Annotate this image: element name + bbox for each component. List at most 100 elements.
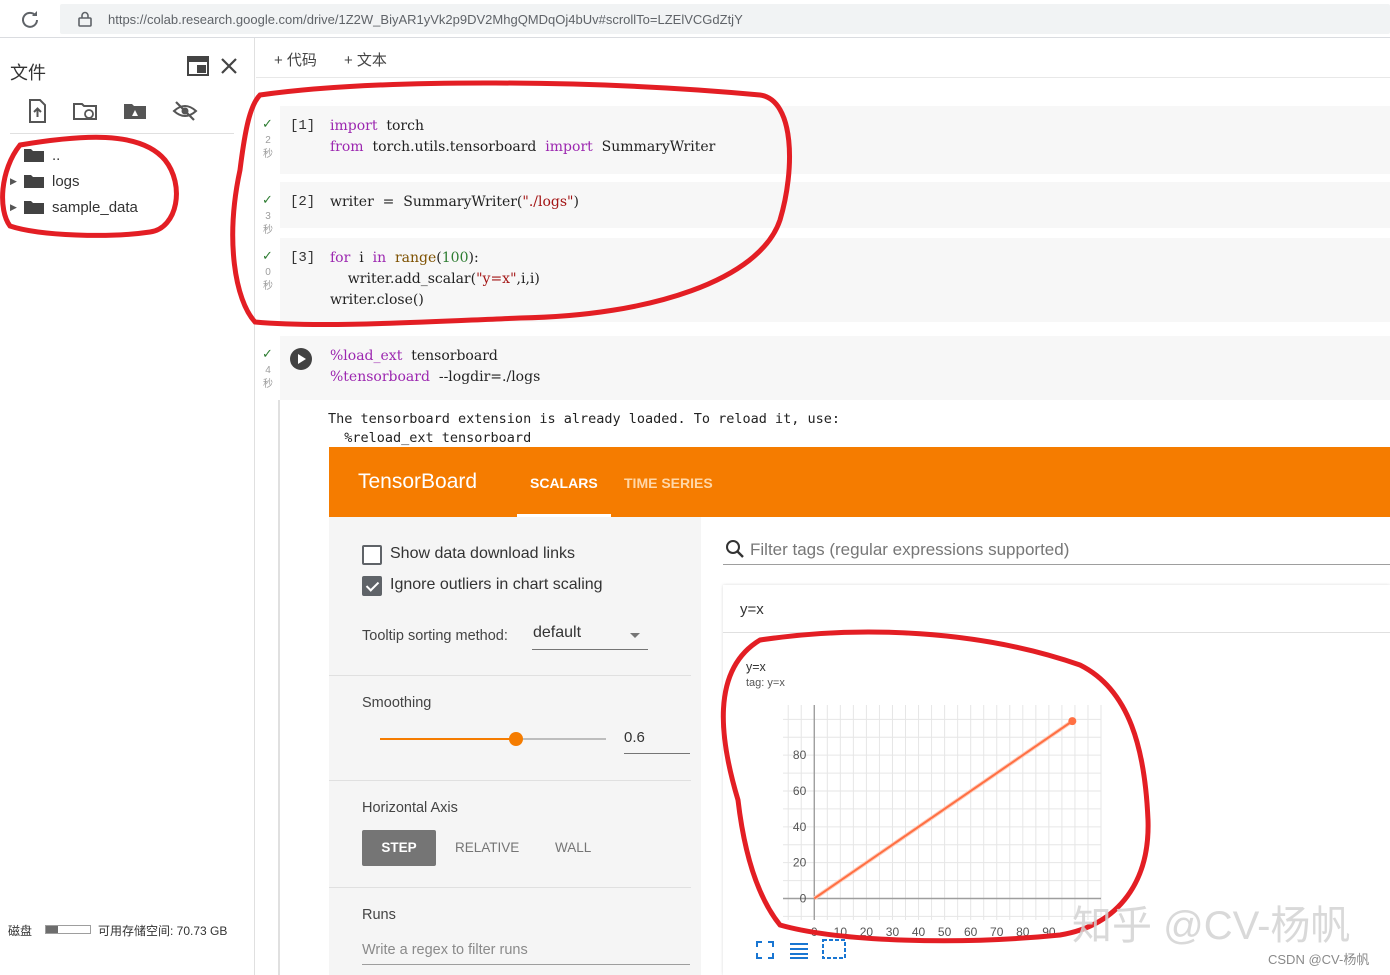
tooltip-sorting-value: default xyxy=(533,624,582,641)
disk-free-text: 可用存储空间: 70.73 GB xyxy=(98,924,228,938)
axis-step-button[interactable]: STEP xyxy=(362,830,436,866)
tooltip-sorting-select[interactable]: default xyxy=(532,623,648,650)
slider-fill xyxy=(380,738,516,740)
disk-label: 磁盘 xyxy=(8,924,33,938)
tree-item-label: sample_data xyxy=(52,198,138,216)
lock-icon xyxy=(78,11,92,27)
tooltip-sorting-label: Tooltip sorting method: xyxy=(362,628,508,644)
close-icon[interactable] xyxy=(219,56,239,76)
folder-icon xyxy=(24,175,44,188)
code-cell-1[interactable]: ✓ 2秒 [1] import torch from torch.utils.t… xyxy=(256,106,1390,174)
open-in-tab-icon[interactable] xyxy=(187,56,209,76)
tree-item-label: logs xyxy=(52,172,80,190)
y-tick-label: 60 xyxy=(793,784,807,798)
code-editor[interactable]: %load_ext tensorboard %tensorboard --log… xyxy=(280,336,1390,400)
tree-item-label: .. xyxy=(52,146,61,164)
chevron-right-icon[interactable]: ▶ xyxy=(10,176,24,187)
axis-wall-button[interactable]: WALL xyxy=(555,840,591,855)
exec-time: 3秒 xyxy=(263,211,273,236)
fit-domain-icon[interactable] xyxy=(822,939,846,959)
x-tick-label: 10 xyxy=(834,925,848,939)
smoothing-input[interactable]: 0.6 xyxy=(624,724,690,754)
hide-files-icon[interactable] xyxy=(172,98,198,124)
x-tick-label: 40 xyxy=(912,925,926,939)
run-cell-button[interactable] xyxy=(290,348,312,370)
add-text-button[interactable]: + 文本 xyxy=(344,49,387,70)
exec-prompt: [1] xyxy=(290,118,316,134)
fullscreen-icon[interactable] xyxy=(756,941,774,959)
y-tick-label: 20 xyxy=(793,856,807,870)
code-cell-3[interactable]: ✓ 0秒 [3] for i in range(100): writer.add… xyxy=(256,238,1390,322)
tab-scalars[interactable]: SCALARS xyxy=(530,475,598,491)
code-editor[interactable]: [2] writer = SummaryWriter("./logs") xyxy=(280,182,1390,228)
tree-item-logs[interactable]: ▶ logs xyxy=(10,169,80,193)
x-tick-label: 30 xyxy=(886,925,900,939)
tab-time-series[interactable]: TIME SERIES xyxy=(624,475,713,491)
tree-item-parent[interactable]: .. xyxy=(10,143,60,167)
tag-filter-underline xyxy=(723,564,1390,565)
refresh-folder-icon[interactable] xyxy=(72,98,98,124)
card-header[interactable]: y=x xyxy=(723,585,1390,633)
add-code-button[interactable]: + 代码 xyxy=(274,49,317,70)
watermark-zhihu: 知乎 @CV-杨帆 xyxy=(1072,904,1351,948)
show-download-checkbox[interactable] xyxy=(362,545,382,565)
scalar-chart[interactable]: 0 10 20 30 40 50 60 70 80 90 0 20 40 60 80 xyxy=(753,695,1123,940)
y-tick-label: 0 xyxy=(800,892,807,906)
check-icon: ✓ xyxy=(262,116,273,131)
chart-subtitle: tag: y=x xyxy=(746,677,785,689)
code-editor[interactable]: [1] import torch from torch.utils.tensor… xyxy=(280,106,1390,174)
code-text: for i in range(100): writer.add_scalar("… xyxy=(330,250,540,308)
toggle-log-scale-icon[interactable] xyxy=(789,941,809,959)
browser-address-bar: https://colab.research.google.com/drive/… xyxy=(0,0,1390,38)
x-tick-label: 70 xyxy=(990,925,1004,939)
y-tick-label: 80 xyxy=(793,748,807,762)
files-title: 文件 xyxy=(10,63,46,83)
smoothing-value: 0.6 xyxy=(624,729,645,746)
exec-prompt: [2] xyxy=(290,194,316,210)
code-editor[interactable]: [3] for i in range(100): writer.add_scal… xyxy=(280,238,1390,322)
chevron-right-icon[interactable]: ▶ xyxy=(10,202,24,213)
exec-time: 4秒 xyxy=(263,365,273,390)
code-text: %load_ext tensorboard %tensorboard --log… xyxy=(330,348,541,385)
x-tick-label: 50 xyxy=(938,925,952,939)
tree-item-sample-data[interactable]: ▶ sample_data xyxy=(10,195,138,219)
runs-filter-input[interactable]: Write a regex to filter runs xyxy=(362,935,690,965)
url-field[interactable]: https://colab.research.google.com/drive/… xyxy=(60,4,1390,34)
smoothing-label: Smoothing xyxy=(362,695,432,711)
x-tick-label: 90 xyxy=(1042,925,1056,939)
tensorboard-header: TensorBoard SCALARS TIME SERIES xyxy=(329,447,1390,517)
output-border xyxy=(278,400,280,975)
horizontal-axis-label: Horizontal Axis xyxy=(362,800,458,816)
card-title: y=x xyxy=(740,601,764,618)
exec-time: 2秒 xyxy=(263,135,273,160)
axis-relative-button[interactable]: RELATIVE xyxy=(455,840,519,855)
exec-time: 0秒 xyxy=(263,267,273,292)
reload-icon[interactable] xyxy=(20,9,40,29)
disk-usage-fill xyxy=(46,926,59,933)
smoothing-slider[interactable] xyxy=(380,732,606,746)
code-text: import torch from torch.utils.tensorboar… xyxy=(330,118,716,155)
search-icon xyxy=(726,540,744,558)
chart-title: y=x xyxy=(746,660,766,674)
tag-filter-input[interactable]: Filter tags (regular expressions support… xyxy=(750,540,1069,560)
upload-icon[interactable] xyxy=(24,98,50,124)
x-tick-label: 0 xyxy=(811,925,818,939)
folder-up-icon xyxy=(24,149,44,162)
code-cell-2[interactable]: ✓ 3秒 [2] writer = SummaryWriter("./logs"… xyxy=(256,182,1390,236)
notebook-toolbar: + 代码 + 文本 xyxy=(256,38,1390,78)
code-text: writer = SummaryWriter("./logs") xyxy=(330,194,579,210)
divider xyxy=(329,887,691,888)
chevron-down-icon xyxy=(630,633,640,638)
y-tick-label: 40 xyxy=(793,820,807,834)
files-sidebar: 文件 .. ▶ logs ▶ sample_data 磁盘 可用存储空间: 70… xyxy=(0,38,255,975)
show-download-label: Show data download links xyxy=(390,545,576,562)
x-tick-label: 20 xyxy=(860,925,874,939)
series-end-point xyxy=(1068,717,1077,726)
ignore-outliers-label: Ignore outliers in chart scaling xyxy=(390,576,603,593)
slider-knob[interactable] xyxy=(508,732,523,746)
ignore-outliers-checkbox[interactable] xyxy=(362,576,382,596)
check-icon: ✓ xyxy=(262,248,273,263)
mount-drive-icon[interactable] xyxy=(122,98,148,124)
runs-label: Runs xyxy=(362,907,396,923)
x-tick-label: 80 xyxy=(1016,925,1030,939)
